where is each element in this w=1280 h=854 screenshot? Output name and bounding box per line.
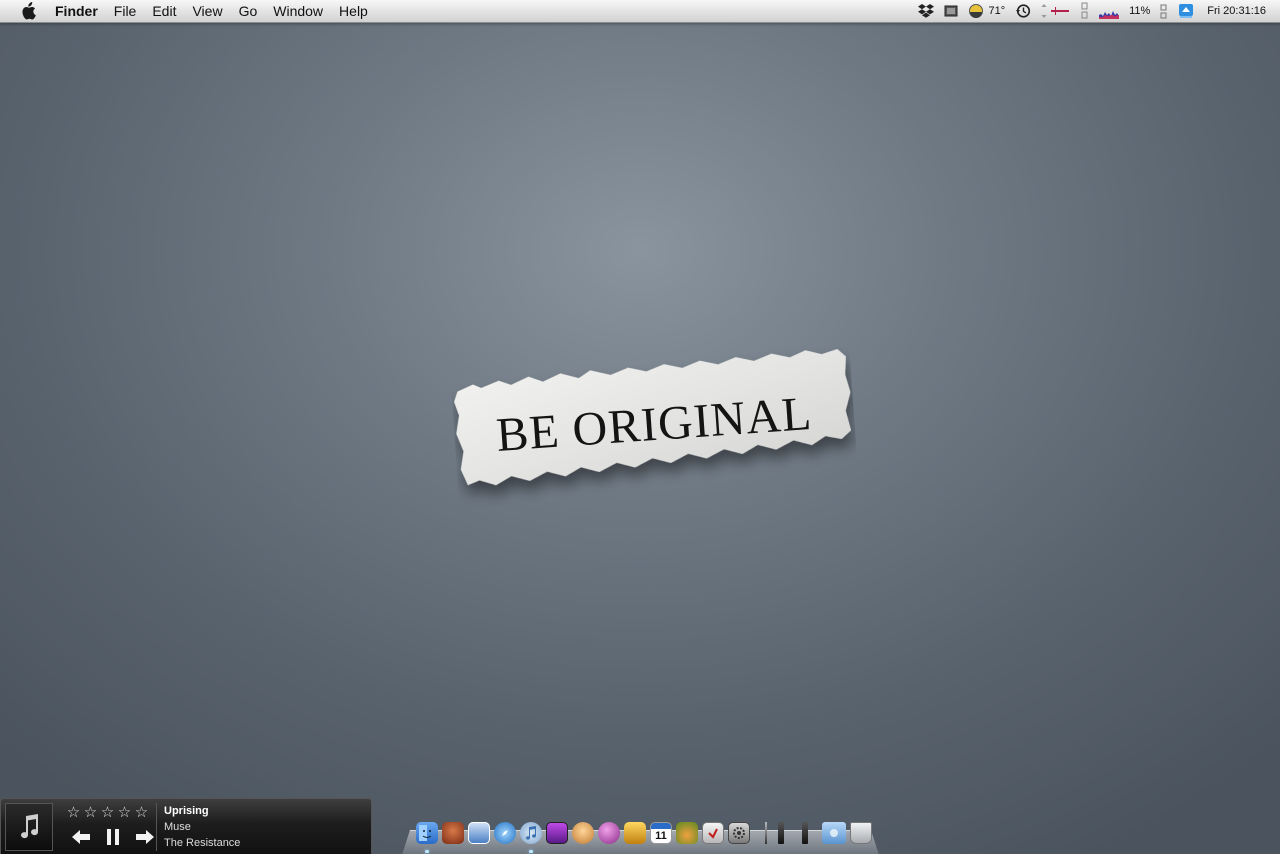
wallpaper-text: BE ORIGINAL: [494, 386, 814, 462]
dropbox-icon[interactable]: [918, 0, 935, 22]
battery-percent-label: 11%: [1129, 5, 1151, 17]
track-artist: Muse: [164, 821, 191, 833]
menu-view[interactable]: View: [184, 0, 230, 22]
fetch-icon[interactable]: [442, 822, 464, 844]
dock-separator: [762, 821, 770, 845]
weather-icon[interactable]: 71°: [968, 0, 1005, 22]
script-icon[interactable]: [702, 822, 724, 844]
menu-bar-left: Finder File Edit View Go Window Help: [0, 0, 376, 22]
battery-percent[interactable]: 11%: [1129, 0, 1150, 22]
transmission-icon[interactable]: [624, 822, 646, 844]
apple-menu-icon[interactable]: [17, 0, 39, 22]
trash-icon[interactable]: [850, 822, 872, 844]
finder-running-indicator: [425, 850, 429, 853]
dock-icons: 11: [416, 820, 876, 846]
disk-monitor-icon[interactable]: [1081, 0, 1089, 22]
menu-file[interactable]: File: [106, 0, 145, 22]
stack-2-icon[interactable]: [802, 822, 808, 844]
itunes-mini-widget: ☆ ☆ ☆ ☆ ☆ Uprising Muse The Resistance: [0, 798, 372, 854]
cocktail-icon[interactable]: [676, 822, 698, 844]
itunes-running-indicator: [529, 850, 533, 853]
airport-icon[interactable]: [1178, 0, 1194, 22]
menu-help[interactable]: Help: [331, 0, 376, 22]
menu-bar-extras: 71° 11% Fri 20:31:16: [913, 0, 1280, 22]
rating-star-1[interactable]: ☆: [65, 804, 82, 822]
dock: 11: [402, 820, 879, 854]
track-album: The Resistance: [164, 837, 241, 849]
cpu-graph-icon[interactable]: [1099, 0, 1120, 22]
temperature-label: 71°: [988, 5, 1006, 17]
arrow-left-icon: [72, 830, 90, 844]
pause-button[interactable]: [97, 826, 129, 848]
display-icon[interactable]: [944, 0, 958, 22]
time-machine-icon[interactable]: [1015, 0, 1031, 22]
rating-star-4[interactable]: ☆: [116, 804, 133, 822]
rating-star-2[interactable]: ☆: [82, 804, 99, 822]
downloads-folder-icon[interactable]: [822, 822, 846, 844]
finder-icon[interactable]: [416, 822, 438, 844]
track-info: Uprising Muse The Resistance: [164, 803, 240, 851]
stack-1-icon[interactable]: [778, 822, 784, 844]
menu-edit[interactable]: Edit: [144, 0, 184, 22]
previous-track-button[interactable]: [65, 826, 97, 848]
pause-icon: [107, 829, 119, 845]
safari-icon[interactable]: [494, 822, 516, 844]
system-preferences-icon[interactable]: [728, 822, 750, 844]
network-monitor-icon[interactable]: [1041, 0, 1071, 22]
playback-controls: [65, 826, 161, 848]
music-note-icon: [21, 814, 39, 839]
menu-clock[interactable]: Fri 20:31:16: [1207, 5, 1266, 17]
wallpaper-paper-scrap: BE ORIGINAL: [449, 334, 858, 510]
widget-divider: [156, 803, 157, 851]
album-art-placeholder[interactable]: [5, 803, 53, 851]
ical-icon[interactable]: 11: [650, 822, 672, 844]
menu-window[interactable]: Window: [265, 0, 331, 22]
arrow-right-icon: [136, 830, 154, 844]
menu-bar: Finder File Edit View Go Window Help 71°: [0, 0, 1280, 23]
bluetooth-monitor-icon[interactable]: [1160, 0, 1168, 22]
track-title: Uprising: [164, 805, 209, 817]
itunes-icon[interactable]: [520, 822, 542, 844]
preview-icon[interactable]: [468, 822, 490, 844]
photo-app-icon[interactable]: [546, 822, 568, 844]
menu-app-finder[interactable]: Finder: [45, 0, 106, 22]
adium-icon[interactable]: [572, 822, 594, 844]
ical-date: 11: [655, 830, 667, 842]
rating-stars[interactable]: ☆ ☆ ☆ ☆ ☆: [65, 804, 150, 822]
orb-icon[interactable]: [598, 822, 620, 844]
rating-star-3[interactable]: ☆: [99, 804, 116, 822]
rating-star-5[interactable]: ☆: [133, 804, 150, 822]
menu-go[interactable]: Go: [231, 0, 266, 22]
